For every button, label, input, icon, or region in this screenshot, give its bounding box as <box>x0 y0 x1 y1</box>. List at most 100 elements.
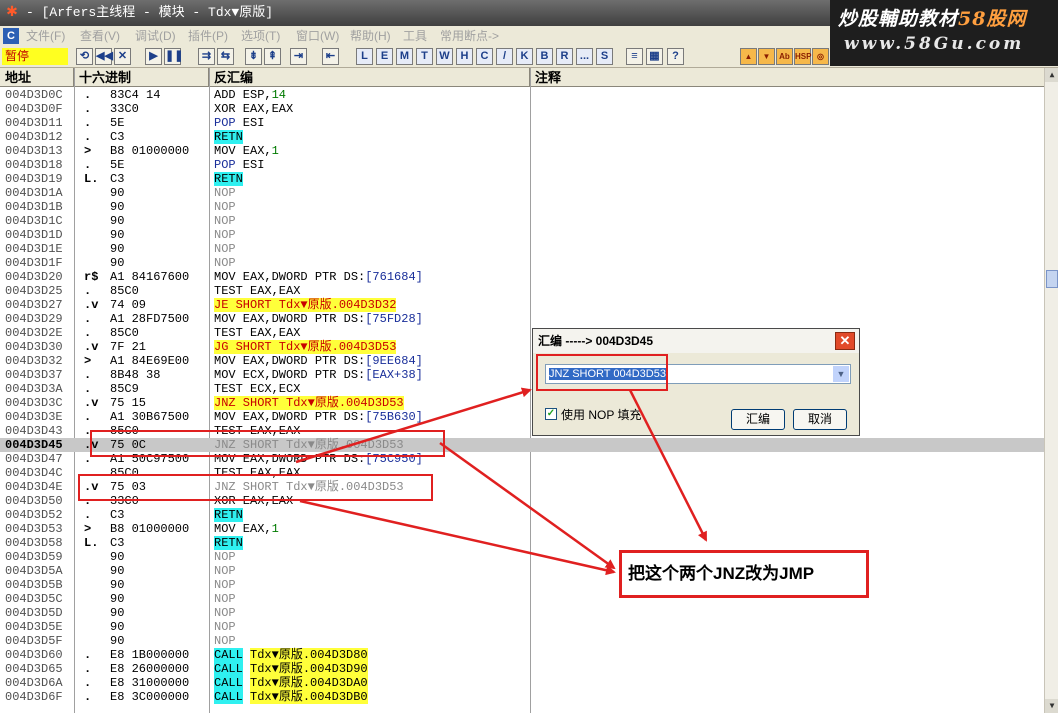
table-row[interactable]: 004D3D2E. 85C0 TEST EAX,EAX <box>0 326 1044 340</box>
table-row[interactable]: 004D3D3A. 85C9 TEST ECX,ECX <box>0 382 1044 396</box>
menu-item[interactable]: 文件(F) <box>26 26 65 46</box>
scroll-thumb[interactable] <box>1046 270 1058 288</box>
table-row[interactable]: 004D3D1C 90 NOP <box>0 214 1044 228</box>
toolbar-window-button[interactable]: T <box>416 48 433 65</box>
toolbar-button-icon[interactable]: ◀◀ <box>95 48 113 65</box>
column-hex[interactable]: 十六进制 <box>74 68 209 87</box>
toolbar-window-button[interactable]: C <box>476 48 493 65</box>
table-row[interactable]: 004D3D60. E8 1B000000 CALL Tdx▼原版.004D3D80 <box>0 648 1044 662</box>
column-comment[interactable]: 注释 <box>530 68 1044 87</box>
vertical-scrollbar[interactable]: ▲ ▼ <box>1044 68 1058 713</box>
toolbar-button-icon[interactable]: ⇤ <box>322 48 339 65</box>
toolbar-button-icon[interactable]: ⇉ <box>198 48 215 65</box>
table-row[interactable]: 004D3D1E 90 NOP <box>0 242 1044 256</box>
menu-item[interactable]: 查看(V) <box>80 26 120 46</box>
toolbar-button-icon[interactable]: ⇞ <box>264 48 281 65</box>
disasm-token: [EAX+38] <box>365 368 423 382</box>
toolbar-button-icon[interactable]: ⇆ <box>217 48 234 65</box>
row-address: 004D3D45 <box>5 438 63 452</box>
nop-fill-checkbox[interactable]: ✓ <box>545 408 557 420</box>
table-row[interactable]: 004D3D3C .v 75 15 JNZ SHORT Tdx▼原版.004D3D53 <box>0 396 1044 410</box>
table-row[interactable]: 004D3D6F. E8 3C000000 CALL Tdx▼原版.004D3DB0 <box>0 690 1044 704</box>
toolbar-window-button[interactable]: / <box>496 48 513 65</box>
column-disasm[interactable]: 反汇编 <box>209 68 530 87</box>
menu-item[interactable]: 调试(D) <box>135 26 176 46</box>
table-row[interactable]: 004D3D11. 5E POP ESI <box>0 116 1044 130</box>
toolbar-button-icon[interactable]: ▦ <box>646 48 663 65</box>
table-row[interactable]: 004D3D65. E8 26000000 CALL Tdx▼原版.004D3D90 <box>0 662 1044 676</box>
plugin-button-icon[interactable]: ▲ <box>740 48 757 65</box>
plugin-button-icon[interactable]: Ab <box>776 48 793 65</box>
cancel-button[interactable]: 取消 <box>793 409 847 430</box>
row-address: 004D3D6F <box>5 690 63 704</box>
table-row[interactable]: 004D3D5F 90 NOP <box>0 634 1044 648</box>
table-row[interactable]: 004D3D1B 90 NOP <box>0 200 1044 214</box>
toolbar-window-button[interactable]: L <box>356 48 373 65</box>
table-row[interactable]: 004D3D27 .v 74 09 JE SHORT Tdx▼原版.004D3D32 <box>0 298 1044 312</box>
table-row[interactable]: 004D3D5E 90 NOP <box>0 620 1044 634</box>
table-row[interactable]: 004D3D5A 90 NOP <box>0 564 1044 578</box>
table-row[interactable]: 004D3D1A 90 NOP <box>0 186 1044 200</box>
table-row[interactable]: 004D3D20 r$ A1 84167600 MOV EAX,DWORD PTR D… <box>0 270 1044 284</box>
close-icon[interactable]: ✕ <box>835 332 855 350</box>
annotation-box-jnz-1 <box>90 430 445 457</box>
scroll-down-icon[interactable]: ▼ <box>1045 699 1058 713</box>
toolbar-window-button[interactable]: E <box>376 48 393 65</box>
table-row[interactable]: 004D3D53 > B8 01000000 MOV EAX,1 <box>0 522 1044 536</box>
table-row[interactable]: 004D3D6A. E8 31000000 CALL Tdx▼原版.004D3DA0 <box>0 676 1044 690</box>
table-row[interactable]: 004D3D32 > A1 84E69E00 MOV EAX,DWORD PTR DS… <box>0 354 1044 368</box>
toolbar-window-button[interactable]: B <box>536 48 553 65</box>
table-row[interactable]: 004D3D0C. 83C4 14 ADD ESP,14 <box>0 88 1044 102</box>
table-row[interactable]: 004D3D3E. A1 30B67500 MOV EAX,DWORD PTR DS… <box>0 410 1044 424</box>
scroll-up-icon[interactable]: ▲ <box>1045 68 1058 82</box>
cpu-window-icon[interactable]: C <box>3 28 19 44</box>
chevron-down-icon[interactable]: ▼ <box>833 366 849 382</box>
toolbar-button-icon[interactable]: ❚❚ <box>164 48 183 65</box>
toolbar-window-button[interactable]: ... <box>576 48 593 65</box>
menu-item[interactable]: 常用断点-> <box>440 26 499 46</box>
table-row[interactable]: 004D3D30 .v 7F 21 JG SHORT Tdx▼原版.004D3D53 <box>0 340 1044 354</box>
table-row[interactable]: 004D3D5D 90 NOP <box>0 606 1044 620</box>
toolbar-window-button[interactable]: S <box>596 48 613 65</box>
menu-item[interactable]: 窗口(W) <box>296 26 339 46</box>
table-row[interactable]: 004D3D37. 8B48 38 MOV ECX,DWORD PTR DS:[EA… <box>0 368 1044 382</box>
toolbar-button-icon[interactable]: ✕ <box>114 48 131 65</box>
table-row[interactable]: 004D3D0F. 33C0 XOR EAX,EAX <box>0 102 1044 116</box>
table-row[interactable]: 004D3D1D 90 NOP <box>0 228 1044 242</box>
table-row[interactable]: 004D3D58 L. C3 RETN <box>0 536 1044 550</box>
toolbar-button-icon[interactable]: ⇥ <box>290 48 307 65</box>
plugin-button-icon[interactable]: ◎ <box>812 48 829 65</box>
plugin-button-icon[interactable]: ▼ <box>758 48 775 65</box>
toolbar-window-button[interactable]: R <box>556 48 573 65</box>
menu-item[interactable]: 工具 <box>403 26 427 46</box>
table-row[interactable]: 004D3D19 L. C3 RETN <box>0 172 1044 186</box>
table-row[interactable]: 004D3D5B 90 NOP <box>0 578 1044 592</box>
assemble-button[interactable]: 汇编 <box>731 409 785 430</box>
toolbar-button-icon[interactable]: ⇟ <box>245 48 262 65</box>
table-row[interactable]: 004D3D29. A1 28FD7500 MOV EAX,DWORD PTR DS… <box>0 312 1044 326</box>
table-row[interactable]: 004D3D1F 90 NOP <box>0 256 1044 270</box>
menu-item[interactable]: 帮助(H) <box>350 26 391 46</box>
menu-item[interactable]: 插件(P) <box>188 26 228 46</box>
row-hex: 85C9 <box>110 382 139 396</box>
toolbar-window-button[interactable]: K <box>516 48 533 65</box>
toolbar-button-icon[interactable]: ⟲ <box>76 48 93 65</box>
toolbar-window-button[interactable]: M <box>396 48 413 65</box>
table-row[interactable]: 004D3D18. 5E POP ESI <box>0 158 1044 172</box>
table-row[interactable]: 004D3D52. C3 RETN <box>0 508 1044 522</box>
table-row[interactable]: 004D3D25. 85C0 TEST EAX,EAX <box>0 284 1044 298</box>
toolbar-window-button[interactable]: W <box>436 48 453 65</box>
row-hex: 5E <box>110 116 125 130</box>
toolbar-button-icon[interactable]: ? <box>667 48 684 65</box>
menu-item[interactable]: 选项(T) <box>241 26 280 46</box>
table-row[interactable]: 004D3D13 > B8 01000000 MOV EAX,1 <box>0 144 1044 158</box>
toolbar-button-icon[interactable]: ▶ <box>145 48 162 65</box>
toolbar-button-icon[interactable]: ≡ <box>626 48 643 65</box>
table-row[interactable]: 004D3D59 90 NOP <box>0 550 1044 564</box>
table-row[interactable]: 004D3D12. C3 RETN <box>0 130 1044 144</box>
plugin-button-icon[interactable]: HSP <box>794 48 811 65</box>
table-row[interactable]: 004D3D5C 90 NOP <box>0 592 1044 606</box>
column-address[interactable]: 地址 <box>0 68 74 87</box>
toolbar-window-button[interactable]: H <box>456 48 473 65</box>
row-disasm: TEST EAX,EAX <box>214 284 300 298</box>
